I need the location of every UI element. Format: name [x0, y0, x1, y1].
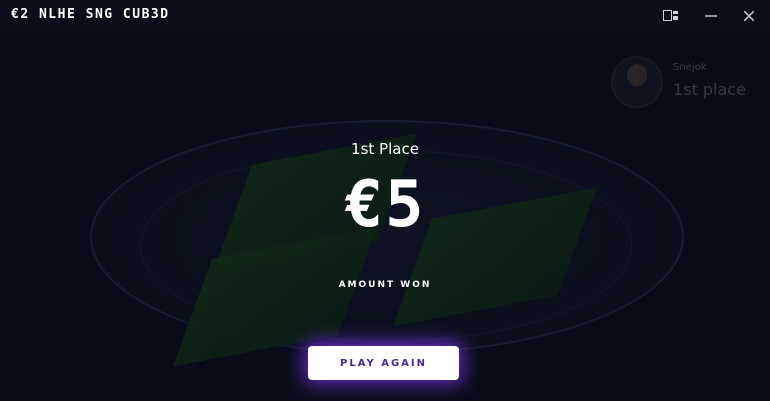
- title-bar: €2 NLHE SNG CUB3D: [0, 0, 770, 32]
- finish-place-heading: 1st Place: [351, 140, 419, 158]
- window-title: €2 NLHE SNG CUB3D: [11, 7, 170, 22]
- amount-won-value: €5: [344, 168, 426, 242]
- window-snap-icon[interactable]: [660, 6, 682, 26]
- play-again-button[interactable]: PLAY AGAIN: [308, 346, 459, 380]
- amount-won-label: AMOUNT WON: [338, 280, 432, 290]
- minimize-icon[interactable]: [700, 6, 722, 26]
- close-icon[interactable]: [738, 6, 760, 26]
